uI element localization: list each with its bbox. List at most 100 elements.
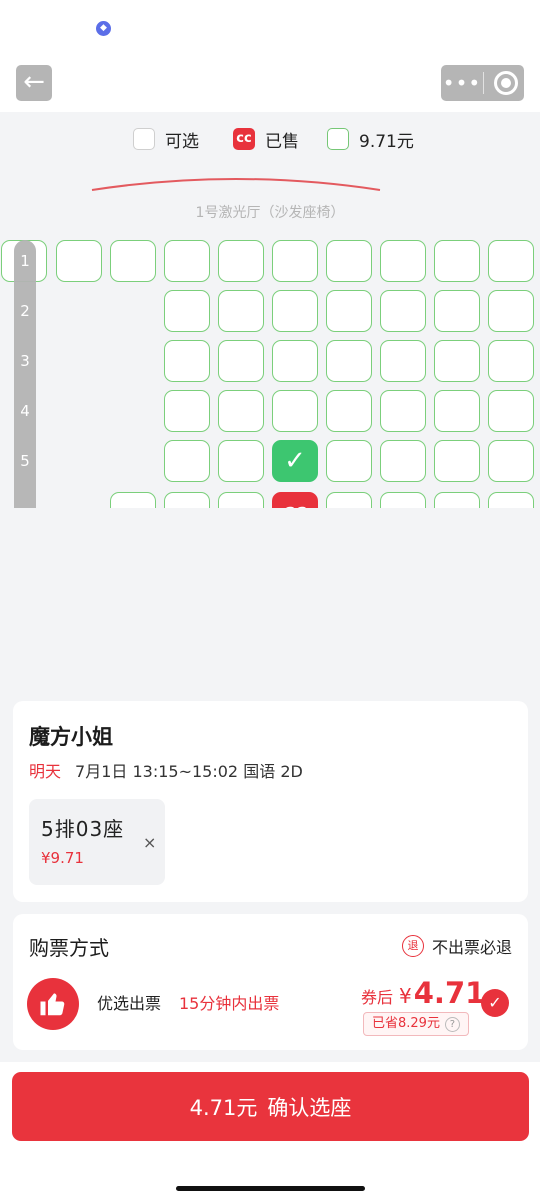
seat[interactable] [110,492,156,508]
available-seat-icon [133,128,155,150]
seat[interactable] [488,492,534,508]
seat[interactable] [164,340,210,382]
seat-sold: cc [272,492,318,508]
row-number: 2 [20,302,30,320]
row-number: 5 [20,452,30,470]
seat-position: 5排03座 [41,817,125,841]
row-number: 1 [20,252,30,270]
selected-seat-chip: 5排03座 ¥9.71 × [29,799,165,885]
seat[interactable] [380,492,426,508]
close-miniprogram-button[interactable] [494,71,518,95]
confirm-price: 4.71元 [189,1095,258,1120]
seat[interactable] [434,290,480,332]
option-time: 15分钟内出票 [179,994,280,1013]
remove-seat-button[interactable]: × [143,833,156,852]
refund-text: 不出票必退 [431,938,512,957]
option-label[interactable]: 优选出票 [97,990,161,1014]
seat[interactable] [164,290,210,332]
option-selected-check-icon[interactable]: ✓ [481,989,509,1017]
purchase-title: 购票方式 [29,936,109,960]
confirm-seat-button[interactable]: 4.71元 确认选座 [12,1072,529,1141]
show-day: 明天 [29,762,62,781]
seat[interactable] [272,290,318,332]
seat[interactable] [434,240,480,282]
showtime-line: 明天 7月1日 13:15~15:02 国语 2D [29,758,303,782]
top-header: ◆ ← ••• [0,0,540,112]
seat[interactable] [434,390,480,432]
movie-title: 魔方小姐 [29,725,113,749]
thumbs-up-icon [27,978,79,1030]
seat[interactable] [218,290,264,332]
hall-name: 1号激光厅（沙发座椅） [195,205,345,221]
seat[interactable] [434,440,480,482]
seat[interactable] [164,390,210,432]
refund-guarantee: 退 不出票必退 [401,934,512,958]
saved-badge: 已省8.29元 ? [363,1012,469,1036]
currency-symbol: ¥ [399,984,412,1008]
saved-text: 已省8.29元 [372,1016,440,1031]
target-icon [501,78,511,88]
screen-indicator [91,178,381,191]
seat[interactable] [218,440,264,482]
seat-legend: 可选 cc 已售 9.71元 [0,126,540,152]
sold-seat-icon: cc [233,128,255,150]
seat[interactable] [164,240,210,282]
seat[interactable] [488,240,534,282]
mini-program-capsule: ••• [441,65,524,101]
seat[interactable] [488,390,534,432]
seat[interactable] [56,240,102,282]
price-seat-icon [327,128,349,150]
seat[interactable] [218,492,264,508]
help-icon[interactable]: ? [444,1016,460,1032]
show-date: 7月1日 [75,762,128,781]
price-after-coupon: 券后 ¥ 4.71 [361,976,485,1010]
confirm-label: 确认选座 [267,1095,352,1120]
seat[interactable] [272,340,318,382]
seat[interactable] [110,240,156,282]
capsule-divider [483,72,484,94]
cube-icon: ◆ [96,21,111,36]
show-date-time: 7月1日 13:15~15:02 国语 2D [75,758,303,782]
seat[interactable] [434,340,480,382]
seat-map[interactable]: ✓ cc 1 2 3 4 5 [0,238,540,508]
refund-icon: 退 [401,935,424,957]
seat[interactable] [488,440,534,482]
legend-available: 可选 [133,126,199,152]
seat[interactable] [434,492,480,508]
legend-available-label: 可选 [165,131,199,152]
seat[interactable] [326,240,372,282]
movie-info-card: 魔方小姐 明天 7月1日 13:15~15:02 国语 2D 5排03座 ¥9.… [13,701,528,902]
seat[interactable] [218,240,264,282]
price-after-value: 4.71 [413,976,486,1010]
seat[interactable] [326,290,372,332]
seat[interactable] [164,492,210,508]
home-indicator [176,1186,365,1191]
seat[interactable] [164,440,210,482]
seat[interactable] [488,340,534,382]
after-coupon-label: 券后 [361,988,394,1007]
seat[interactable] [272,240,318,282]
more-menu-button[interactable]: ••• [441,65,483,101]
show-language: 国语 [243,762,276,781]
seat-selected[interactable]: ✓ [272,440,318,482]
legend-price: 9.71元 [327,126,414,152]
row-number: 4 [20,402,30,420]
seat[interactable] [326,492,372,508]
seat[interactable] [380,240,426,282]
seat[interactable] [380,440,426,482]
seat[interactable] [380,340,426,382]
legend-price-label: 9.71元 [359,131,414,152]
seat[interactable] [488,290,534,332]
purchase-method-card: 购票方式 退 不出票必退 优选出票 15分钟内出票 券后 ¥ 4.71 已省8.… [13,914,528,1050]
seat[interactable] [218,390,264,432]
seat[interactable] [380,290,426,332]
seat[interactable] [218,340,264,382]
seat-price: ¥9.71 [41,849,84,867]
row-number: 3 [20,352,30,370]
back-button[interactable]: ← [16,65,52,101]
seat[interactable] [326,440,372,482]
seat[interactable] [326,340,372,382]
seat[interactable] [272,390,318,432]
seat[interactable] [380,390,426,432]
seat[interactable] [326,390,372,432]
